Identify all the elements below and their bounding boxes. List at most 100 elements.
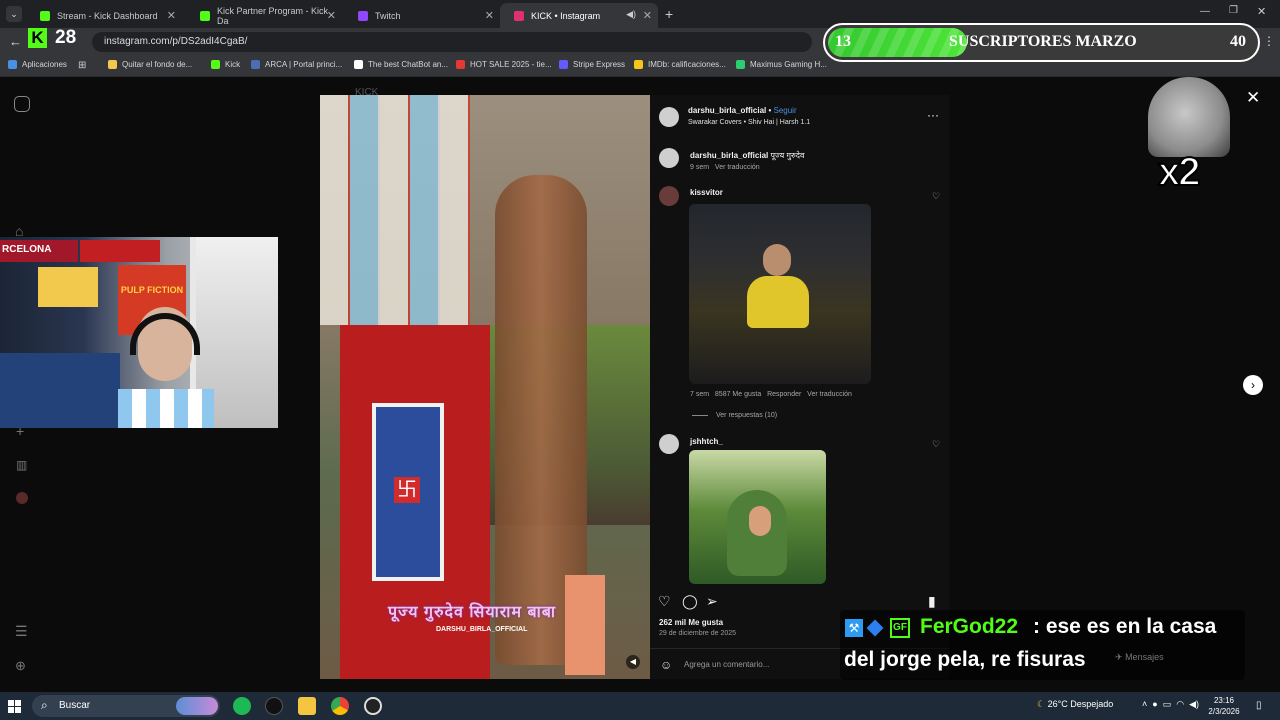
volume-icon[interactable]: ◀) <box>1189 699 1199 709</box>
tab-search-button[interactable]: ⌄ <box>6 6 22 22</box>
post-video[interactable]: 卐 पूज्य गुरुदेव सियाराम बाबा DARSHU_BIRL… <box>320 95 650 679</box>
bookmark-maximus[interactable]: Maximus Gaming H... <box>736 60 827 69</box>
back-button[interactable]: ← <box>9 34 22 49</box>
tab-kick-partner[interactable]: Kick Partner Program - Kick Da ✕ <box>186 3 342 28</box>
url-field[interactable]: instagram.com/p/DS2adI4CgaB/ <box>92 32 812 52</box>
comment-input[interactable]: Agrega un comentario... <box>684 660 769 669</box>
network-icon[interactable]: ▭ <box>1163 699 1172 709</box>
profile-icon[interactable] <box>16 492 28 504</box>
goal-current: 13 <box>835 33 851 50</box>
comment-likes[interactable]: 8587 Me gusta <box>715 391 761 398</box>
maximus-icon <box>736 60 745 69</box>
caption-time: 9 sem <box>690 164 710 171</box>
restore-button[interactable]: ❐ <box>1229 5 1238 16</box>
audio-subtitle[interactable]: Swarakar Covers • Shiv Hai | Harsh 1.1 <box>688 119 810 126</box>
chevron-up-icon[interactable]: ˄ <box>1142 699 1147 709</box>
grid-icon: ⊞ <box>78 60 87 71</box>
view-replies-link[interactable]: Ver respuestas (10) <box>692 412 777 419</box>
menu-icon[interactable]: ☰ <box>15 623 28 640</box>
spotify-icon[interactable] <box>233 697 251 715</box>
avatar[interactable] <box>659 434 679 454</box>
kick-icon <box>211 60 220 69</box>
like-count[interactable]: 262 mil Me gusta <box>659 618 723 627</box>
obs-icon[interactable] <box>364 697 382 715</box>
avatar[interactable] <box>659 186 679 206</box>
like-icon[interactable]: ♡ <box>658 593 671 610</box>
new-tab-button[interactable]: + <box>665 6 673 22</box>
reply-link[interactable]: Responder <box>767 391 801 398</box>
bookmark-grid[interactable]: ⊞ <box>78 60 86 71</box>
author-name[interactable]: darshu_birla_official <box>688 106 766 115</box>
messages-button[interactable]: ✈ Mensajes <box>1115 652 1164 663</box>
dashboard-icon[interactable]: ▥ <box>16 458 27 472</box>
windows-start-icon[interactable] <box>8 700 21 713</box>
arca-icon <box>251 60 260 69</box>
comment-gif[interactable] <box>689 450 826 584</box>
bookmark-label: IMDb: calificaciones... <box>648 60 726 69</box>
threads-icon[interactable]: ⊕ <box>15 658 26 674</box>
streamer-webcam: RCELONA PULP FICTION <box>0 237 278 428</box>
mic-icon[interactable]: ● <box>1152 699 1157 709</box>
like-comment-icon[interactable]: ♡ <box>932 191 940 202</box>
menu-icon[interactable]: ⋮ <box>1263 34 1275 48</box>
bookmark-hot-sale[interactable]: HOT SALE 2025 - tie... <box>456 60 552 69</box>
comment-author[interactable]: kissvitor <box>690 188 723 197</box>
subscriber-goal-bar: 13 SUSCRIPTORES MARZO 40 <box>823 23 1260 62</box>
bookmark-remove-bg[interactable]: Quitar el fondo de... <box>108 60 192 69</box>
tab-kick-dashboard[interactable]: Stream - Kick Dashboard ✕ <box>26 3 182 28</box>
translate-link[interactable]: Ver traducción <box>807 391 852 398</box>
next-post-button[interactable]: › <box>1243 375 1263 395</box>
remove-bg-icon <box>108 60 117 69</box>
bookmark-arca[interactable]: ARCA | Portal princi... <box>251 60 342 69</box>
comment-gif[interactable] <box>689 204 871 384</box>
like-comment-icon[interactable]: ♡ <box>932 439 940 450</box>
system-tray[interactable]: ˄ ● ▭ ◠ ◀) <box>1142 699 1199 710</box>
translate-link[interactable]: Ver traducción <box>715 164 760 171</box>
avatar[interactable] <box>659 107 679 127</box>
bookmark-stripe[interactable]: Stripe Express <box>559 60 625 69</box>
chatbot-icon <box>354 60 363 69</box>
scarf-banner: RCELONA <box>0 240 78 262</box>
caption-meta: 9 sem Ver traducción <box>690 164 760 171</box>
close-icon[interactable]: ✕ <box>485 9 494 22</box>
comment-author[interactable]: jshhtch_ <box>690 437 723 446</box>
share-icon[interactable]: ➢ <box>706 593 718 610</box>
speaker-icon[interactable]: ◀) <box>626 9 636 20</box>
bookmark-icon[interactable]: ▮ <box>928 593 936 610</box>
file-explorer-icon[interactable] <box>298 697 316 715</box>
close-icon[interactable]: ✕ <box>643 9 652 22</box>
bookmark-apps[interactable]: Aplicaciones <box>8 60 67 69</box>
weather-widget[interactable]: ☾ 26°C Despejado <box>1037 699 1113 710</box>
comment-icon[interactable]: ◯ <box>682 593 698 610</box>
chat-message-overlay: ⚒ GF FerGod22 : ese es en la casa del jo… <box>840 610 1245 680</box>
tiktok-icon[interactable] <box>265 697 283 715</box>
close-icon[interactable]: ✕ <box>327 9 336 22</box>
post-author[interactable]: darshu_birla_official • Seguir <box>688 106 797 115</box>
tab-instagram[interactable]: KICK • Instagram ◀) ✕ <box>500 3 658 28</box>
bookmark-label: The best ChatBot an... <box>368 60 449 69</box>
close-window-button[interactable]: ✕ <box>1257 5 1266 18</box>
more-options-icon[interactable]: ··· <box>927 108 939 122</box>
minimize-button[interactable]: — <box>1200 6 1210 17</box>
follow-button[interactable]: Seguir <box>774 106 797 115</box>
system-clock[interactable]: 23:16 2/3/2026 <box>1202 695 1246 717</box>
mute-icon[interactable]: ◀ <box>626 655 640 669</box>
close-icon[interactable]: ✕ <box>1246 88 1260 108</box>
emoji-icon[interactable]: ☺ <box>660 658 672 672</box>
chrome-icon[interactable] <box>331 697 349 715</box>
instagram-icon[interactable] <box>14 96 30 112</box>
wifi-icon[interactable]: ◠ <box>1176 699 1184 709</box>
bookmark-imdb[interactable]: IMDb: calificaciones... <box>634 60 726 69</box>
taskbar-search[interactable]: ⌕ Buscar <box>32 695 220 717</box>
tab-twitch[interactable]: Twitch ✕ <box>344 3 500 28</box>
notifications-icon[interactable]: ▯ <box>1256 700 1262 711</box>
tiled-wall <box>320 95 470 325</box>
close-icon[interactable]: ✕ <box>167 9 176 22</box>
bookmark-chatbot[interactable]: The best ChatBot an... <box>354 60 448 69</box>
bookmark-kick[interactable]: Kick <box>211 60 240 69</box>
search-label: Buscar <box>59 700 91 711</box>
avatar[interactable] <box>659 148 679 168</box>
wall-poster <box>38 267 98 307</box>
caption-author[interactable]: darshu_birla_official <box>690 151 768 160</box>
streamer <box>118 307 214 428</box>
